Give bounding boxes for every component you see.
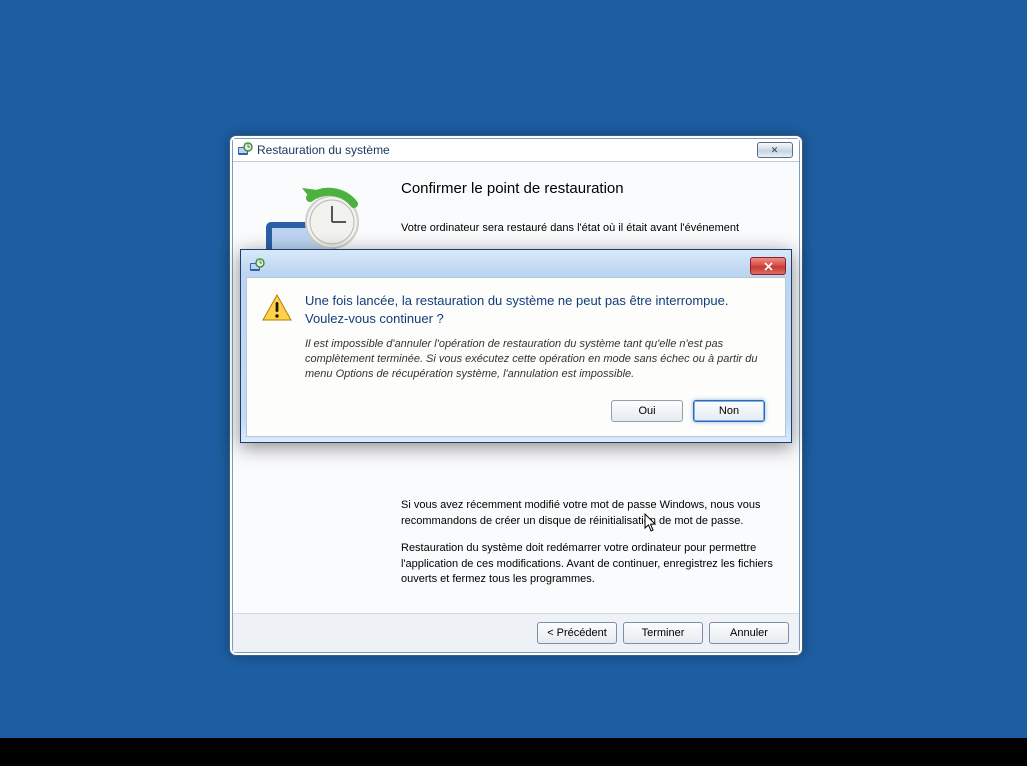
dialog-body: Une fois lancée, la restauration du syst…	[246, 277, 786, 437]
wizard-restart-note: Restauration du système doit redémarrer …	[401, 541, 773, 587]
finish-button[interactable]: Terminer	[623, 622, 703, 644]
confirm-dialog: Une fois lancée, la restauration du syst…	[240, 249, 792, 443]
task-bar[interactable]	[0, 738, 1027, 766]
wizard-password-note: Si vous avez récemment modifié votre mot…	[401, 498, 773, 529]
wizard-title-bar[interactable]: Restauration du système ✕	[233, 139, 799, 162]
warning-icon	[261, 292, 293, 324]
wizard-heading: Confirmer le point de restauration	[401, 180, 773, 197]
wizard-close-button[interactable]: ✕	[757, 142, 793, 158]
wizard-title: Restauration du système	[257, 139, 390, 161]
dialog-close-button[interactable]	[750, 257, 786, 275]
yes-button[interactable]: Oui	[611, 400, 683, 422]
close-glyph: ✕	[771, 139, 780, 161]
dialog-content: Une fois lancée, la restauration du syst…	[261, 292, 765, 382]
dialog-heading: Une fois lancée, la restauration du syst…	[305, 292, 765, 327]
dialog-body-text: Il est impossible d'annuler l'opération …	[305, 337, 765, 382]
dialog-title-bar[interactable]	[246, 255, 786, 277]
back-button[interactable]: < Précédent	[537, 622, 617, 644]
wizard-button-row: < Précédent Terminer Annuler	[233, 613, 799, 652]
system-restore-icon	[249, 258, 265, 274]
dialog-button-row: Oui Non	[261, 400, 765, 422]
no-button[interactable]: Non	[693, 400, 765, 422]
cancel-button[interactable]: Annuler	[709, 622, 789, 644]
wizard-intro-text: Votre ordinateur sera restauré dans l'ét…	[401, 221, 773, 236]
dialog-text-block: Une fois lancée, la restauration du syst…	[305, 292, 765, 382]
system-restore-icon	[237, 142, 253, 158]
